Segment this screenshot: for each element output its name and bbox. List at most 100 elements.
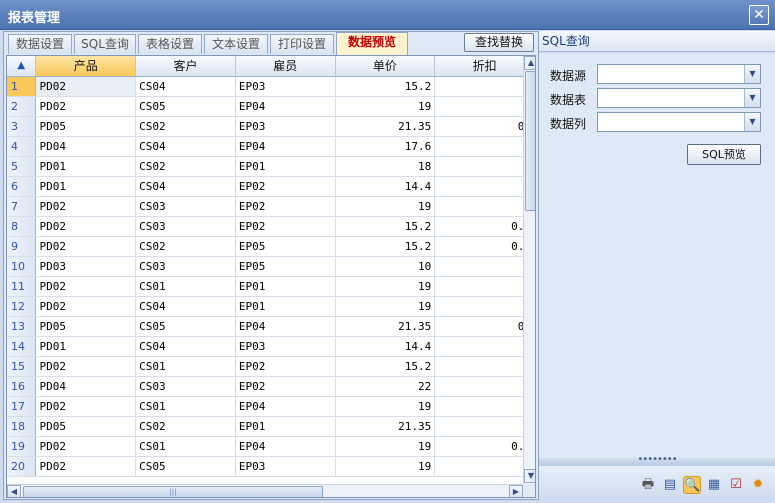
find-replace-button[interactable]: 查找替换 <box>464 33 534 52</box>
cell-employee[interactable]: EP01 <box>235 156 336 177</box>
table-icon[interactable]: ▦ <box>705 476 723 494</box>
table-row[interactable]: 19 PD02 CS01 EP04 19 0.: <box>7 436 535 457</box>
cell-product[interactable]: PD04 <box>35 136 137 157</box>
scroll-down-button[interactable]: ▼ <box>524 469 535 483</box>
cell-discount[interactable] <box>434 356 535 377</box>
cell-product[interactable]: PD05 <box>35 316 137 337</box>
cell-discount[interactable] <box>434 296 535 317</box>
cell-price[interactable]: 17.6 <box>335 136 436 157</box>
cell-employee[interactable]: EP03 <box>235 76 336 97</box>
cell-employee[interactable]: EP04 <box>235 436 336 457</box>
cell-price[interactable]: 19 <box>335 436 436 457</box>
tab-text-settings[interactable]: 文本设置 <box>204 34 268 54</box>
table-row[interactable]: 11PD02CS01EP01190 <box>7 276 535 297</box>
scroll-up-button[interactable]: ▲ <box>524 56 535 70</box>
cell-product[interactable]: PD02 <box>35 216 137 237</box>
cell-customer[interactable]: CS02 <box>135 416 236 437</box>
table-row[interactable]: 8 PD02 CS03 EP02 15.2 0.: <box>7 216 535 237</box>
column-header-discount[interactable]: 折扣 <box>434 56 535 77</box>
table-row[interactable]: 15 PD02 CS01 EP02 15.2 <box>7 356 535 377</box>
checklist-icon[interactable]: ☑ <box>727 476 745 494</box>
tab-print-settings[interactable]: 打印设置 <box>270 34 334 54</box>
cell-customer[interactable]: CS03 <box>135 376 236 397</box>
cell-customer[interactable]: CS02 <box>135 156 236 177</box>
cell-price[interactable]: 14.4 <box>335 176 436 197</box>
cell-employee[interactable]: EP04 <box>235 96 336 117</box>
cell-product[interactable]: PD01 <box>35 156 137 177</box>
cell-discount[interactable] <box>434 336 535 357</box>
cell-price[interactable]: 21.35 <box>335 316 436 337</box>
row-number[interactable]: 8 <box>7 216 37 237</box>
cell-customer[interactable]: CS05 <box>135 456 236 477</box>
cell-product[interactable]: PD01 <box>35 336 137 357</box>
row-number[interactable]: 7 <box>7 196 37 217</box>
column-header-price[interactable]: 单价 <box>335 56 436 77</box>
cell-discount[interactable] <box>434 256 535 277</box>
table-row[interactable]: 1PD02CS04EP0315.20 <box>7 76 535 97</box>
cell-customer[interactable]: CS04 <box>135 136 236 157</box>
cell-product[interactable]: PD02 <box>35 276 137 297</box>
cell-discount[interactable]: 0.( <box>434 236 535 257</box>
datatable-select[interactable]: ▼ <box>597 88 761 108</box>
cell-discount[interactable]: 0 <box>434 376 535 397</box>
tab-table-settings[interactable]: 表格设置 <box>138 34 202 54</box>
cell-product[interactable]: PD02 <box>35 296 137 317</box>
cell-price[interactable]: 15.2 <box>335 236 436 257</box>
cell-employee[interactable]: EP05 <box>235 256 336 277</box>
cell-employee[interactable]: EP01 <box>235 296 336 317</box>
row-number[interactable]: 13 <box>7 316 37 337</box>
column-header-customer[interactable]: 客户 <box>135 56 236 77</box>
table-row[interactable]: 2PD02CS05EP04190 <box>7 96 535 117</box>
cell-price[interactable]: 19 <box>335 196 436 217</box>
cell-product[interactable]: PD01 <box>35 176 137 197</box>
cell-employee[interactable]: EP04 <box>235 136 336 157</box>
cell-employee[interactable]: EP04 <box>235 396 336 417</box>
cell-discount[interactable]: 0 <box>434 96 535 117</box>
cell-product[interactable]: PD02 <box>35 436 137 457</box>
cell-customer[interactable]: CS01 <box>135 276 236 297</box>
cell-product[interactable]: PD02 <box>35 236 137 257</box>
cell-employee[interactable]: EP03 <box>235 116 336 137</box>
cell-product[interactable]: PD04 <box>35 376 137 397</box>
cell-price[interactable]: 14.4 <box>335 336 436 357</box>
cell-product[interactable]: PD02 <box>35 96 137 117</box>
cell-employee[interactable]: EP02 <box>235 216 336 237</box>
row-number[interactable]: 14 <box>7 336 37 357</box>
cell-customer[interactable]: CS01 <box>135 436 236 457</box>
cell-employee[interactable]: EP04 <box>235 316 336 337</box>
cell-customer[interactable]: CS01 <box>135 356 236 377</box>
table-row[interactable]: 9 PD02 CS02 EP05 15.2 0.( <box>7 236 535 257</box>
printer-icon[interactable]: 🖶 <box>639 476 657 494</box>
row-number[interactable]: 17 <box>7 396 37 417</box>
row-number[interactable]: 6 <box>7 176 37 197</box>
table-row[interactable]: 4 PD04 CS04 EP04 17.6 <box>7 136 535 157</box>
horizontal-scrollbar[interactable]: ◀ ||| ▶ <box>7 484 523 497</box>
cell-employee[interactable]: EP03 <box>235 456 336 477</box>
table-row[interactable]: 6 PD01 CS04 EP02 14.4 <box>7 176 535 197</box>
table-row[interactable]: 20 PD02 CS05 EP03 19 <box>7 456 535 477</box>
cell-product[interactable]: PD05 <box>35 416 137 437</box>
cell-price[interactable]: 19 <box>335 96 436 117</box>
cell-customer[interactable]: CS04 <box>135 76 236 97</box>
cell-price[interactable]: 19 <box>335 456 436 477</box>
row-number[interactable]: 12 <box>7 296 37 317</box>
cell-customer[interactable]: CS03 <box>135 216 236 237</box>
row-number[interactable]: 4 <box>7 136 37 157</box>
cell-employee[interactable]: EP02 <box>235 356 336 377</box>
chevron-down-icon[interactable]: ▼ <box>744 89 760 107</box>
cell-customer[interactable]: CS04 <box>135 296 236 317</box>
cell-customer[interactable]: CS05 <box>135 316 236 337</box>
table-row[interactable]: 17 PD02 CS01 EP04 19 <box>7 396 535 417</box>
data-grid[interactable]: ▲ 产品 客户 雇员 单价 折扣 1PD02CS04EP0315.202PD02… <box>6 55 536 498</box>
close-button[interactable]: ✕ <box>749 5 769 25</box>
tab-data-settings[interactable]: 数据设置 <box>8 34 72 54</box>
cell-product[interactable]: PD05 <box>35 116 137 137</box>
cell-price[interactable]: 19 <box>335 296 436 317</box>
row-number[interactable]: 5 <box>7 156 37 177</box>
tab-data-preview[interactable]: 数据预览 <box>336 32 408 55</box>
table-row[interactable]: 10 PD03 CS03 EP05 10 <box>7 256 535 277</box>
cell-customer[interactable]: CS04 <box>135 336 236 357</box>
settings-icon[interactable]: ✹ <box>749 476 767 494</box>
cell-product[interactable]: PD02 <box>35 356 137 377</box>
row-number[interactable]: 2 <box>7 96 37 117</box>
